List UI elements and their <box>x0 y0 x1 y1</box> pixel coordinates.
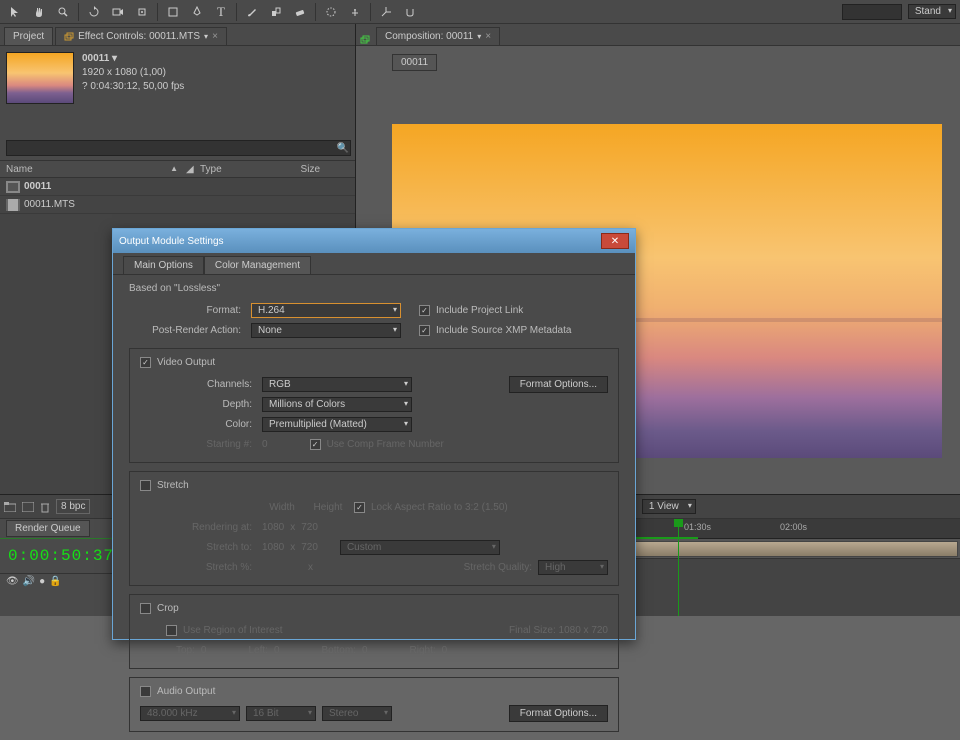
eraser-tool-icon[interactable] <box>289 2 311 22</box>
toolbar-search-input[interactable] <box>842 4 902 20</box>
workspace-dropdown[interactable]: Stand <box>908 4 956 19</box>
dialog-titlebar[interactable]: Output Module Settings ✕ <box>113 229 635 253</box>
hand-tool-icon[interactable] <box>28 2 50 22</box>
project-column-headers: Name▲ ◢ Type Size <box>0 160 355 178</box>
rotobrush-tool-icon[interactable] <box>320 2 342 22</box>
layers-icon <box>360 35 370 45</box>
lock-switch-icon[interactable]: 🔒 <box>49 576 61 587</box>
audio-output-checkbox[interactable] <box>140 686 151 697</box>
bin-icon[interactable] <box>4 502 16 512</box>
include-project-link-checkbox[interactable]: ✓ <box>419 305 430 316</box>
pen-tool-icon[interactable] <box>186 2 208 22</box>
sort-arrow-icon[interactable]: ▲ <box>170 164 178 175</box>
snap-icon[interactable] <box>399 2 421 22</box>
footage-icon <box>6 199 20 211</box>
roi-checkbox <box>166 625 177 636</box>
views-dropdown[interactable]: 1 View <box>642 499 696 514</box>
stretch-quality-dropdown: High <box>538 560 608 575</box>
puppet-tool-icon[interactable] <box>344 2 366 22</box>
video-switch-icon[interactable]: 👁 <box>6 576 19 587</box>
output-module-settings-dialog: Output Module Settings ✕ Main Options Co… <box>112 228 636 640</box>
depth-dropdown[interactable]: Millions of Colors <box>262 397 412 412</box>
selection-tool-icon[interactable] <box>4 2 26 22</box>
color-depth-button[interactable]: 8 bpc <box>56 499 90 514</box>
composition-name-button[interactable]: 00011 <box>392 54 437 71</box>
format-options-button[interactable]: Format Options... <box>509 376 608 393</box>
camera-tool-icon[interactable] <box>107 2 129 22</box>
search-icon: 🔍 <box>337 143 349 154</box>
video-output-checkbox[interactable]: ✓ <box>140 357 151 368</box>
label-column-icon[interactable]: ◢ <box>186 164 200 175</box>
channels-dropdown[interactable]: RGB <box>262 377 412 392</box>
use-comp-frame-checkbox: ✓ <box>310 439 321 450</box>
solo-switch-icon[interactable]: ● <box>39 576 45 587</box>
composition-tabs: Composition: 00011 ▾ × <box>356 24 960 46</box>
close-icon[interactable]: × <box>212 31 218 42</box>
tab-render-queue[interactable]: Render Queue <box>6 520 90 537</box>
project-item-footage[interactable]: 00011.MTS <box>0 196 355 214</box>
trash-icon[interactable] <box>40 501 50 513</box>
lock-aspect-checkbox: ✓ <box>354 502 365 513</box>
audio-channels-dropdown: Stereo <box>322 706 392 721</box>
left-panel-tabs: Project Effect Controls: 00011.MTS ▾ × <box>0 24 355 46</box>
layers-icon <box>64 32 74 42</box>
tab-project[interactable]: Project <box>4 27 53 45</box>
crop-checkbox[interactable] <box>140 603 151 614</box>
composition-info: 00011 ▾ 1920 x 1080 (1,00) ? 0:04:30:12,… <box>82 52 184 130</box>
tab-color-management[interactable]: Color Management <box>204 256 311 274</box>
audio-rate-dropdown: 48.000 kHz <box>140 706 240 721</box>
playhead[interactable] <box>678 519 679 616</box>
composition-thumbnail[interactable] <box>6 52 74 104</box>
new-comp-icon[interactable] <box>22 502 34 512</box>
tab-composition[interactable]: Composition: 00011 ▾ × <box>376 27 500 45</box>
tab-main-options[interactable]: Main Options <box>123 256 204 274</box>
text-tool-icon[interactable]: T <box>210 2 232 22</box>
based-on-label: Based on "Lossless" <box>129 283 619 294</box>
rotation-tool-icon[interactable] <box>83 2 105 22</box>
audio-switch-icon[interactable]: 🔊 <box>23 576 35 587</box>
brush-tool-icon[interactable] <box>241 2 263 22</box>
dialog-close-button[interactable]: ✕ <box>601 233 629 249</box>
starting-number-field: 0 <box>262 439 268 450</box>
local-axis-icon[interactable] <box>375 2 397 22</box>
post-render-action-dropdown[interactable]: None <box>251 323 401 338</box>
stretch-preset-dropdown: Custom <box>340 540 500 555</box>
composition-icon <box>6 181 20 193</box>
audio-depth-dropdown: 16 Bit <box>246 706 316 721</box>
rectangle-tool-icon[interactable] <box>162 2 184 22</box>
stretch-checkbox[interactable] <box>140 480 151 491</box>
tab-effect-controls[interactable]: Effect Controls: 00011.MTS ▾ × <box>55 27 227 45</box>
project-search-input[interactable] <box>6 140 351 156</box>
include-xmp-checkbox[interactable]: ✓ <box>419 325 430 336</box>
audio-format-options-button: Format Options... <box>509 705 608 722</box>
pan-behind-tool-icon[interactable] <box>131 2 153 22</box>
clone-tool-icon[interactable] <box>265 2 287 22</box>
main-toolbar: T Stand <box>0 0 960 24</box>
color-dropdown[interactable]: Premultiplied (Matted) <box>262 417 412 432</box>
format-dropdown[interactable]: H.264 <box>251 303 401 318</box>
project-item-composition[interactable]: 00011 <box>0 178 355 196</box>
close-icon[interactable]: × <box>485 31 491 42</box>
zoom-tool-icon[interactable] <box>52 2 74 22</box>
